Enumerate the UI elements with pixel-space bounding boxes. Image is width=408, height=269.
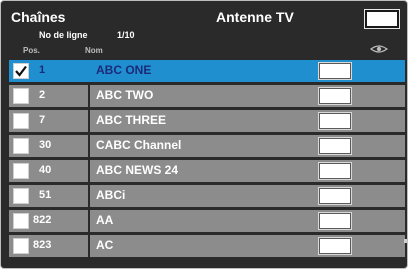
column-divider [88,85,90,107]
channel-checkbox[interactable] [13,113,29,129]
channel-value-box[interactable] [319,63,351,79]
channel-value-box[interactable] [319,88,351,104]
channel-name: AC [96,238,114,252]
channel-row[interactable]: 40 ABC NEWS 24 [9,160,405,182]
checkmark-icon [15,65,27,77]
eye-icon [369,45,389,53]
channel-list: 1 ABC ONE 2 ABC TWO 7 ABC THREE 30 CABC Channel… [9,60,405,260]
channel-value-box[interactable] [319,188,351,204]
channel-row[interactable]: 822 AA [9,210,405,232]
channel-number: 51 [39,189,52,201]
channel-number: 7 [39,114,46,126]
header-box [365,10,399,28]
channel-name: ABCi [96,188,126,202]
column-divider [88,235,90,257]
channel-row[interactable]: 30 CABC Channel [9,135,405,157]
row-number-label: No de ligne [39,30,88,40]
column-divider [88,160,90,182]
channel-name: CABC Channel [96,138,182,152]
column-divider [88,135,90,157]
column-divider [88,60,90,82]
channel-checkbox[interactable] [13,213,29,229]
page-title: Chaînes [11,9,66,25]
channel-number: 823 [33,239,52,251]
channel-checkbox[interactable] [13,63,29,79]
channel-name: ABC ONE [96,63,152,77]
channel-number: 2 [39,89,46,101]
channel-checkbox[interactable] [13,238,29,254]
channel-row[interactable]: 1 ABC ONE [9,60,405,82]
row-number-value: 1/10 [117,30,135,40]
column-divider [88,210,90,232]
channel-row[interactable]: 7 ABC THREE [9,110,405,132]
column-header-pos: Pos. [23,46,40,55]
channel-value-box[interactable] [319,138,351,154]
channel-value-box[interactable] [319,213,351,229]
channel-checkbox[interactable] [13,138,29,154]
channel-name: ABC NEWS 24 [96,163,179,177]
channel-value-box[interactable] [319,113,351,129]
channel-number: 30 [39,139,52,151]
channel-row[interactable]: 51 ABCi [9,185,405,207]
channel-row[interactable]: 2 ABC TWO [9,85,405,107]
scroll-indicator[interactable] [404,239,407,243]
channel-checkbox[interactable] [13,163,29,179]
channel-list-screen: Chaînes Antenne TV No de ligne 1/10 Pos.… [0,0,408,269]
channel-checkbox[interactable] [13,188,29,204]
channel-name: ABC TWO [96,88,154,102]
channel-number: 40 [39,164,52,176]
channel-value-box[interactable] [319,238,351,254]
column-divider [88,110,90,132]
channel-row[interactable]: 823 AC [9,235,405,257]
channel-name: AA [96,213,114,227]
channel-number: 1 [39,64,46,76]
channel-number: 822 [33,214,52,226]
source-label: Antenne TV [216,9,294,25]
column-header-name: Nom [85,46,103,55]
channel-checkbox[interactable] [13,88,29,104]
channel-name: ABC THREE [96,113,167,127]
channel-value-box[interactable] [319,163,351,179]
header: Chaînes Antenne TV No de ligne 1/10 Pos.… [1,1,407,59]
column-divider [88,185,90,207]
